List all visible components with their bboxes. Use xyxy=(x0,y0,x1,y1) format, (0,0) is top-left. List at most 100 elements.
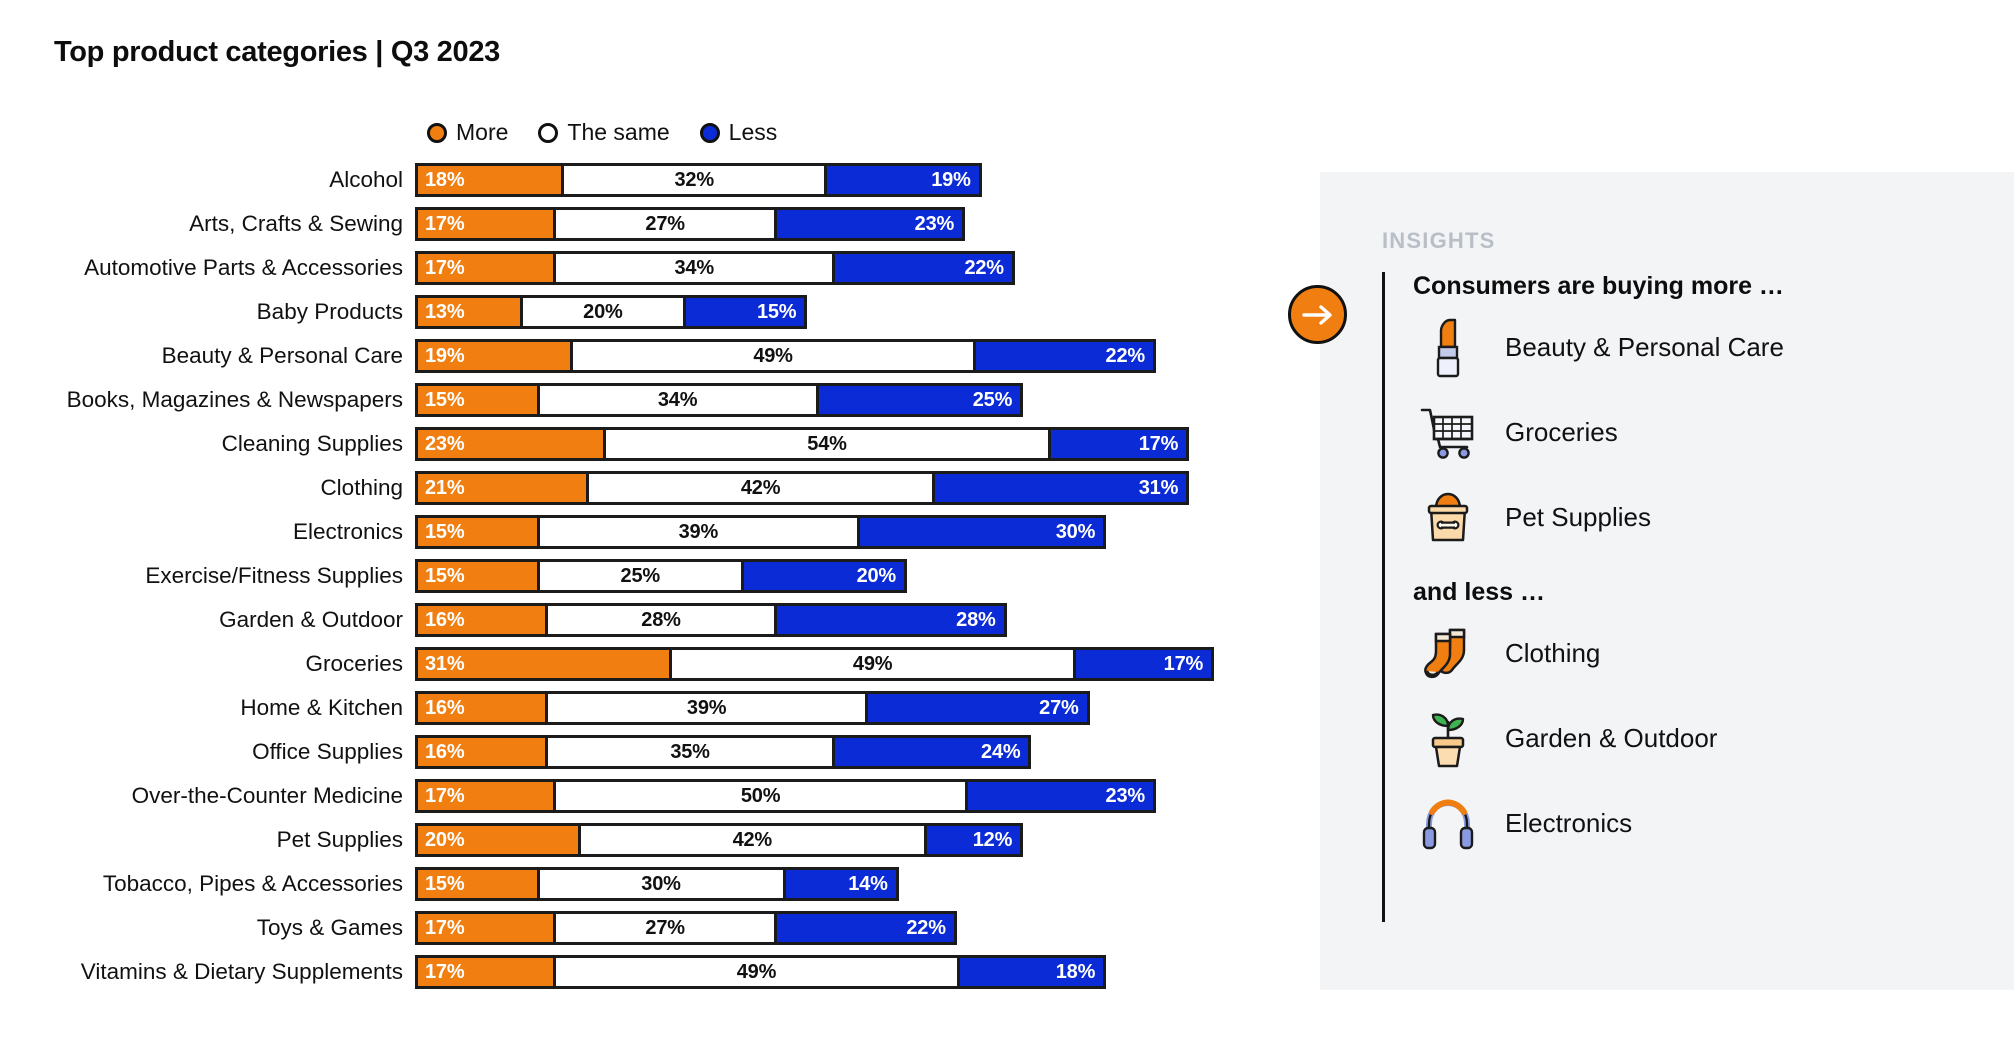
bar-segment-same[interactable]: 54% xyxy=(602,427,1052,461)
bar-segment-less[interactable]: 12% xyxy=(923,823,1024,857)
bar-segment-less[interactable]: 22% xyxy=(774,911,957,945)
bar-segment-more[interactable]: 31% xyxy=(415,647,673,681)
category-label: Vitamins & Dietary Supplements xyxy=(80,959,403,984)
bar-segment-more[interactable]: 17% xyxy=(415,251,557,285)
bar-segment-less[interactable]: 20% xyxy=(741,559,907,593)
bar-segment-same[interactable]: 39% xyxy=(536,515,861,549)
bar-segment-more[interactable]: 15% xyxy=(415,515,540,549)
category-label: Baby Products xyxy=(256,299,403,324)
insight-item[interactable]: Pet Supplies xyxy=(1413,475,1982,560)
bar-segment-less[interactable]: 19% xyxy=(823,163,982,197)
insight-item-label: Electronics xyxy=(1505,808,1633,838)
insight-list: Beauty & Personal Care Groceries Pet Suppl… xyxy=(1413,305,1982,560)
socks-icon xyxy=(1413,618,1483,690)
bar-segment-more[interactable]: 15% xyxy=(415,559,540,593)
bar-segment-more[interactable]: 16% xyxy=(415,691,548,725)
chart-row: Toys & Games 17% 27% 22% xyxy=(0,911,1280,955)
bar-segment-more[interactable]: 19% xyxy=(415,339,573,373)
bar-segment-less[interactable]: 30% xyxy=(857,515,1107,549)
bar-track: 17% 27% 22% xyxy=(415,911,957,945)
bar-segment-more[interactable]: 20% xyxy=(415,823,581,857)
bar-segment-more[interactable]: 17% xyxy=(415,911,557,945)
insight-item[interactable]: Garden & Outdoor xyxy=(1413,696,1982,781)
chart-row: Tobacco, Pipes & Accessories 15% 30% 14% xyxy=(0,867,1280,911)
insights-more-heading: Consumers are buying more … xyxy=(1413,272,1784,300)
circle-filled-blue-icon xyxy=(699,122,720,143)
bar-segment-same[interactable]: 49% xyxy=(553,955,960,989)
bar-segment-less[interactable]: 17% xyxy=(1072,647,1215,681)
bar-track: 17% 34% 22% xyxy=(415,251,1015,285)
bar-segment-same[interactable]: 42% xyxy=(578,823,927,857)
category-label: Cleaning Supplies xyxy=(221,431,403,456)
bar-segment-same[interactable]: 39% xyxy=(544,691,869,725)
bar-segment-less[interactable]: 22% xyxy=(973,339,1156,373)
bar-segment-more[interactable]: 21% xyxy=(415,471,590,505)
bar-track: 16% 35% 24% xyxy=(415,735,1032,769)
insight-item[interactable]: Groceries xyxy=(1413,390,1982,475)
bar-track: 17% 49% 18% xyxy=(415,955,1107,989)
bar-segment-same[interactable]: 42% xyxy=(586,471,935,505)
bar-track: 16% 39% 27% xyxy=(415,691,1090,725)
chart-row: Cleaning Supplies 23% 54% 17% xyxy=(0,427,1280,471)
legend-item-the-same[interactable]: The same xyxy=(538,119,670,146)
bar-segment-less[interactable]: 14% xyxy=(782,867,899,901)
bar-segment-less[interactable]: 27% xyxy=(865,691,1090,725)
bar-segment-same[interactable]: 28% xyxy=(544,603,778,637)
chart-row: Garden & Outdoor 16% 28% 28% xyxy=(0,603,1280,647)
bar-segment-same[interactable]: 25% xyxy=(536,559,744,593)
bar-segment-same[interactable]: 34% xyxy=(553,251,836,285)
bar-segment-more[interactable]: 23% xyxy=(415,427,606,461)
category-label: Automotive Parts & Accessories xyxy=(84,255,403,280)
bar-segment-more[interactable]: 15% xyxy=(415,383,540,417)
chart-row: Automotive Parts & Accessories 17% 34% 22% xyxy=(0,251,1280,295)
bar-segment-less[interactable]: 31% xyxy=(931,471,1190,505)
legend-item-less[interactable]: Less xyxy=(699,119,777,146)
bar-segment-less[interactable]: 15% xyxy=(682,295,808,329)
category-label: Office Supplies xyxy=(252,739,403,764)
bar-segment-same[interactable]: 20% xyxy=(519,295,686,329)
bar-segment-more[interactable]: 17% xyxy=(415,207,557,241)
bar-track: 21% 42% 31% xyxy=(415,471,1190,505)
bar-segment-same[interactable]: 49% xyxy=(669,647,1076,681)
bar-track: 16% 28% 28% xyxy=(415,603,1007,637)
category-label: Home & Kitchen xyxy=(240,695,403,720)
headphones-icon xyxy=(1413,788,1483,860)
category-label: Arts, Crafts & Sewing xyxy=(189,211,403,236)
bar-segment-more[interactable]: 18% xyxy=(415,163,565,197)
bar-segment-more[interactable]: 13% xyxy=(415,295,523,329)
shopping-cart-icon xyxy=(1413,397,1483,469)
bar-segment-less[interactable]: 25% xyxy=(815,383,1024,417)
bar-segment-less[interactable]: 22% xyxy=(832,251,1015,285)
bar-segment-same[interactable]: 34% xyxy=(536,383,819,417)
bar-segment-same[interactable]: 27% xyxy=(553,207,778,241)
insight-list: Clothing Garden & Outdoor Electronics xyxy=(1413,611,1982,866)
bar-segment-same[interactable]: 35% xyxy=(544,735,836,769)
insight-item[interactable]: Electronics xyxy=(1413,781,1982,866)
bar-segment-less[interactable]: 24% xyxy=(832,735,1032,769)
bar-segment-more[interactable]: 17% xyxy=(415,779,557,813)
category-label: Pet Supplies xyxy=(276,827,403,852)
bar-segment-more[interactable]: 15% xyxy=(415,867,540,901)
bar-segment-more[interactable]: 16% xyxy=(415,603,548,637)
bar-segment-more[interactable]: 17% xyxy=(415,955,557,989)
bar-segment-same[interactable]: 27% xyxy=(553,911,778,945)
bar-segment-same[interactable]: 30% xyxy=(536,867,786,901)
bar-track: 15% 34% 25% xyxy=(415,383,1024,417)
bar-segment-same[interactable]: 49% xyxy=(569,339,977,373)
insight-item[interactable]: Clothing xyxy=(1413,611,1982,696)
chart-row: Arts, Crafts & Sewing 17% 27% 23% xyxy=(0,207,1280,251)
potted-plant-icon xyxy=(1413,703,1483,775)
next-insight-button[interactable] xyxy=(1288,285,1347,344)
insight-item[interactable]: Beauty & Personal Care xyxy=(1413,305,1982,390)
bar-segment-less[interactable]: 23% xyxy=(965,779,1156,813)
bar-segment-same[interactable]: 32% xyxy=(561,163,827,197)
bar-segment-same[interactable]: 50% xyxy=(553,779,969,813)
bar-segment-less[interactable]: 23% xyxy=(774,207,966,241)
bar-segment-less[interactable]: 18% xyxy=(956,955,1107,989)
legend-item-more[interactable]: More xyxy=(427,119,508,146)
bar-segment-more[interactable]: 16% xyxy=(415,735,548,769)
bar-segment-less[interactable]: 28% xyxy=(774,603,1007,637)
category-label: Beauty & Personal Care xyxy=(161,343,403,368)
bar-segment-less[interactable]: 17% xyxy=(1048,427,1190,461)
